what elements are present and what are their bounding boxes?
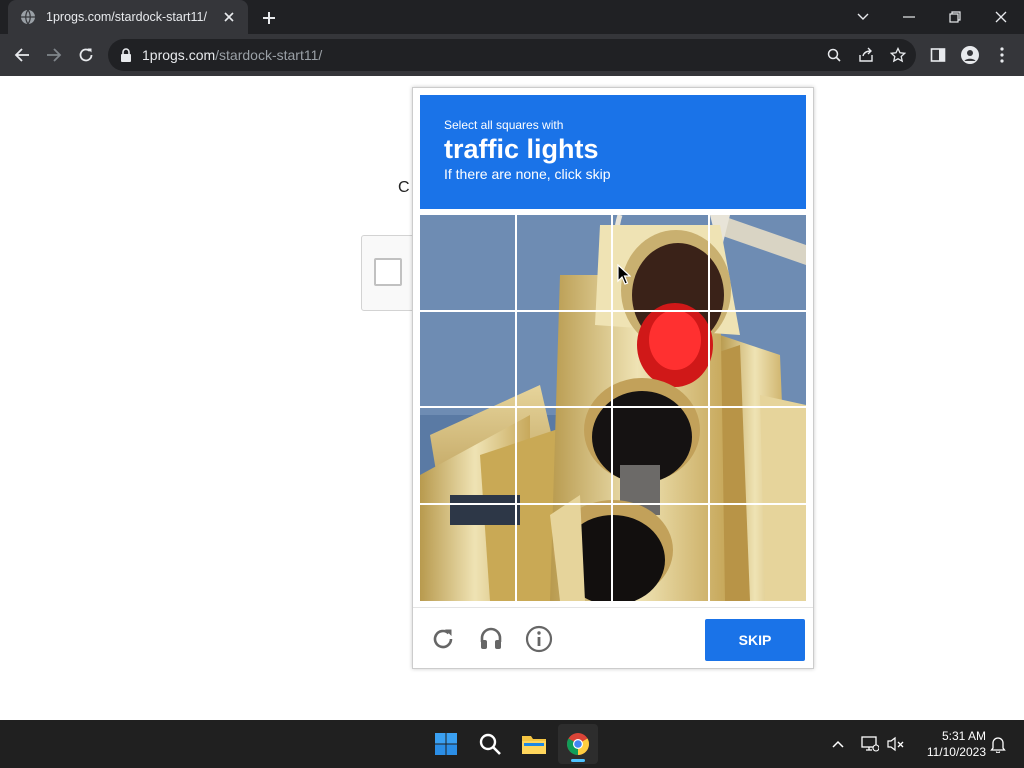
- mouse-cursor-icon: [617, 264, 631, 285]
- notification-bell-icon[interactable]: [986, 732, 1010, 756]
- start-windows-icon[interactable]: [426, 724, 466, 764]
- show-hidden-icons-chevron-icon[interactable]: [826, 732, 850, 756]
- file-explorer-icon[interactable]: [514, 724, 554, 764]
- chrome-icon[interactable]: [558, 724, 598, 764]
- captcha-tile-r1c4[interactable]: [709, 215, 806, 312]
- close-tab-icon[interactable]: [220, 8, 238, 26]
- audio-challenge-icon[interactable]: [475, 623, 507, 655]
- captcha-header: Select all squares with traffic lights I…: [420, 95, 806, 209]
- captcha-challenge: Select all squares with traffic lights I…: [412, 87, 814, 669]
- info-icon[interactable]: [523, 623, 555, 655]
- captcha-footer: SKIP: [413, 607, 813, 669]
- captcha-tile-r3c2[interactable]: [516, 408, 613, 505]
- captcha-tile-r3c1[interactable]: [420, 408, 517, 505]
- back-icon[interactable]: [8, 41, 36, 69]
- captcha-hint: If there are none, click skip: [444, 166, 611, 182]
- forward-icon[interactable]: [40, 41, 68, 69]
- captcha-tile-r2c3[interactable]: [613, 311, 710, 408]
- captcha-tile-r2c4[interactable]: [709, 312, 806, 408]
- captcha-tile-r4c1[interactable]: [420, 504, 517, 601]
- network-icon[interactable]: [858, 732, 882, 756]
- minimize-icon[interactable]: [886, 0, 932, 34]
- share-icon[interactable]: [852, 41, 880, 69]
- system-clock[interactable]: 5:31 AM 11/10/2023: [914, 728, 986, 760]
- active-app-indicator: [571, 759, 585, 762]
- windows-taskbar: 5:31 AM 11/10/2023: [0, 720, 1024, 768]
- captcha-image-grid: [420, 215, 806, 601]
- restore-icon[interactable]: [932, 0, 978, 34]
- reload-challenge-icon[interactable]: [427, 623, 459, 655]
- captcha-target: traffic lights: [444, 134, 599, 164]
- bookmark-star-icon[interactable]: [884, 41, 912, 69]
- browser-tab[interactable]: 1progs.com/stardock-start11/: [8, 0, 248, 34]
- captcha-tile-r2c1[interactable]: [420, 311, 517, 408]
- tab-search-icon[interactable]: [840, 0, 886, 34]
- browser-toolbar: 1progs.com/stardock-start11/: [0, 34, 1024, 76]
- new-tab-button[interactable]: [258, 7, 280, 29]
- globe-icon: [20, 9, 36, 25]
- url-text: 1progs.com/stardock-start11/: [142, 47, 323, 63]
- close-window-icon[interactable]: [978, 0, 1024, 34]
- address-bar[interactable]: 1progs.com/stardock-start11/: [108, 39, 916, 71]
- page-heading-partial: C: [398, 179, 410, 196]
- captcha-tile-r3c3[interactable]: [613, 408, 710, 505]
- skip-button[interactable]: SKIP: [705, 619, 805, 661]
- profile-icon[interactable]: [956, 41, 984, 69]
- captcha-tile-r4c4[interactable]: [710, 505, 807, 602]
- reload-icon[interactable]: [72, 41, 100, 69]
- recaptcha-checkbox[interactable]: [374, 258, 402, 286]
- tab-title: 1progs.com/stardock-start11/: [46, 10, 207, 24]
- captcha-tile-r2c2[interactable]: [516, 311, 613, 408]
- zoom-search-icon[interactable]: [820, 41, 848, 69]
- captcha-tile-r1c1[interactable]: [420, 215, 517, 312]
- captcha-tile-r1c2[interactable]: [516, 215, 613, 312]
- clock-time: 5:31 AM: [941, 729, 986, 743]
- lock-icon[interactable]: [120, 48, 134, 62]
- captcha-tile-r3c4[interactable]: [709, 408, 806, 505]
- menu-kebab-icon[interactable]: [988, 41, 1016, 69]
- tab-strip: 1progs.com/stardock-start11/: [0, 0, 1024, 34]
- volume-muted-icon[interactable]: [884, 732, 908, 756]
- clock-date: 11/10/2023: [926, 745, 986, 759]
- search-icon[interactable]: [470, 724, 510, 764]
- captcha-instruction: Select all squares with: [444, 118, 564, 132]
- captcha-tile-r4c3[interactable]: [613, 504, 710, 601]
- captcha-tile-r4c2[interactable]: [517, 504, 613, 601]
- captcha-tiles: [420, 215, 806, 601]
- side-panel-icon[interactable]: [924, 41, 952, 69]
